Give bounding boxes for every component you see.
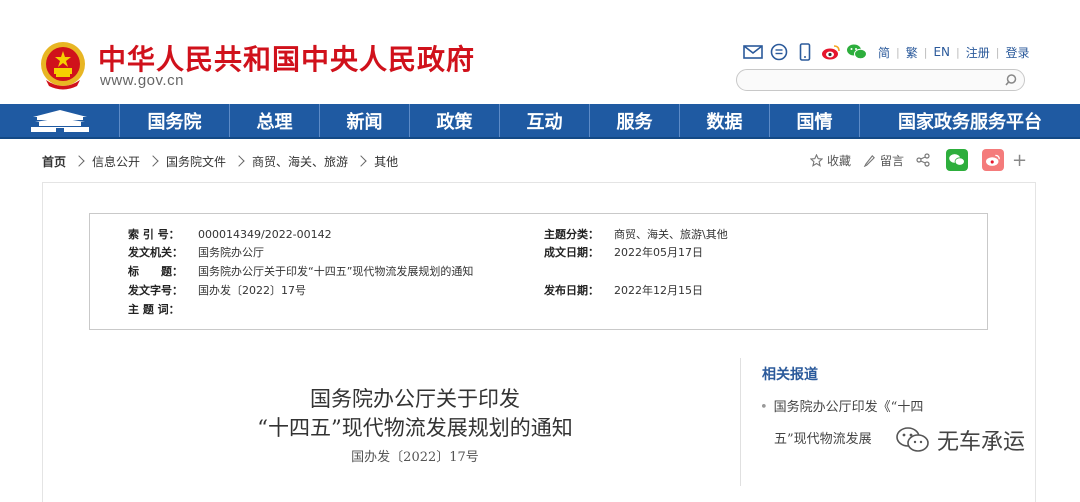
weibo-icon[interactable]	[820, 42, 842, 62]
chevron-right-icon	[233, 155, 245, 167]
weibo-share-button[interactable]	[982, 149, 1005, 171]
top-links: 简 | 繁 | EN | 注册 | 登录	[742, 42, 1036, 62]
meta-row-doc-number: 发文字号： 国办发〔2022〕17号	[128, 282, 306, 298]
meta-docno-label: 发文字号：	[128, 284, 183, 297]
site-url[interactable]: www.gov.cn	[100, 72, 184, 89]
pencil-icon	[863, 154, 875, 167]
nav-item-state-council[interactable]: 国务院	[120, 104, 230, 137]
chevron-right-icon	[73, 155, 85, 167]
mail-icon[interactable]	[742, 42, 764, 62]
related-item-line-2: 五”现代物流发展	[774, 432, 872, 447]
meta-issuer-value: 国务院办公厅	[198, 246, 264, 259]
related-reports-heading: 相关报道	[762, 367, 818, 383]
comment-label: 留言	[880, 153, 905, 168]
search-icon[interactable]	[1004, 73, 1018, 87]
meta-row-title: 标 题： 国务院办公厅关于印发“十四五”现代物流发展规划的通知	[128, 263, 473, 279]
related-item-link[interactable]: • 国务院办公厅印发《“十四	[760, 393, 970, 423]
nav-home-logo[interactable]	[0, 104, 120, 137]
link-simplified[interactable]: 简	[872, 44, 896, 61]
tiananmen-icon	[30, 109, 89, 132]
meta-written-value: 2022年05月17日	[614, 246, 703, 259]
document-metadata-table: 索 引 号： 000014349/2022-00142 主题分类： 商贸、海关、…	[89, 213, 988, 330]
wechat-share-button[interactable]	[946, 149, 969, 171]
meta-issuer-label: 发文机关：	[128, 246, 183, 259]
comment-button[interactable]: 留言	[863, 152, 904, 169]
nav-item-premier[interactable]: 总理	[230, 104, 320, 137]
wechat-icon	[949, 154, 965, 166]
meta-row-written-date: 成文日期： 2022年05月17日	[544, 244, 703, 260]
meta-row-issuer: 发文机关： 国务院办公厅	[128, 244, 264, 260]
nav-item-interaction[interactable]: 互动	[500, 104, 590, 137]
share-toolbar: 收藏 留言 +	[810, 148, 1027, 172]
meta-title-value: 国务院办公厅关于印发“十四五”现代物流发展规划的通知	[198, 265, 474, 278]
link-login[interactable]: 登录	[999, 44, 1035, 61]
meta-docno-value: 国办发〔2022〕17号	[198, 284, 306, 297]
chevron-right-icon	[147, 155, 159, 167]
site-header: 中华人民共和国中央人民政府 www.gov.cn 简 | 繁 | EN | 注册…	[0, 0, 1080, 104]
mobile-icon[interactable]	[794, 42, 816, 62]
wechat-icon[interactable]	[846, 42, 868, 62]
link-traditional[interactable]: 繁	[900, 44, 924, 61]
main-nav: 国务院 总理 新闻 政策 互动 服务 数据 国情 国家政务服务平台	[0, 104, 1080, 139]
meta-topic-label: 主题分类：	[544, 228, 599, 241]
article-title-line-1: 国务院办公厅关于印发	[310, 387, 520, 411]
meta-written-label: 成文日期：	[544, 246, 599, 259]
nav-item-policy[interactable]: 政策	[410, 104, 500, 137]
share-icon	[916, 153, 930, 167]
weibo-icon	[986, 154, 1000, 166]
meta-title-label: 标 题：	[128, 265, 183, 278]
chevron-right-icon	[355, 155, 367, 167]
breadcrumb-trade-customs-tourism[interactable]: 商贸、海关、旅游	[252, 153, 348, 170]
link-english[interactable]: EN	[927, 45, 956, 59]
meta-topic-value: 商贸、海关、旅游\其他	[614, 228, 728, 241]
article-doc-number: 国办发〔2022〕17号	[351, 450, 479, 465]
nav-item-service-platform[interactable]: 国家政务服务平台	[860, 104, 1080, 137]
watermark: 无车承运	[895, 424, 1025, 456]
column-divider	[740, 358, 741, 486]
meta-row-index: 索 引 号： 000014349/2022-00142	[128, 226, 332, 242]
meta-row-topic: 主题分类： 商贸、海关、旅游\其他	[544, 226, 728, 242]
breadcrumb: 首页 信息公开 国务院文件 商贸、海关、旅游 其他	[42, 153, 398, 169]
meta-publish-value: 2022年12月15日	[614, 284, 703, 297]
breadcrumb-other[interactable]: 其他	[374, 153, 398, 170]
meta-index-label: 索 引 号：	[128, 228, 180, 241]
breadcrumb-info-disclosure[interactable]: 信息公开	[92, 153, 140, 170]
breadcrumb-home[interactable]: 首页	[42, 153, 66, 170]
search-input[interactable]	[747, 71, 997, 91]
meta-row-keywords: 主 题 词：	[128, 301, 198, 317]
message-icon[interactable]	[768, 42, 790, 62]
more-share-icon[interactable]: +	[1012, 150, 1027, 171]
meta-publish-label: 发布日期：	[544, 284, 599, 297]
related-item-line-1: 国务院办公厅印发《“十四	[773, 400, 924, 415]
nav-item-national-info[interactable]: 国情	[770, 104, 860, 137]
breadcrumb-state-council-docs[interactable]: 国务院文件	[166, 153, 226, 170]
meta-row-publish-date: 发布日期： 2022年12月15日	[544, 282, 703, 298]
nav-item-news[interactable]: 新闻	[320, 104, 410, 137]
favorite-label: 收藏	[827, 153, 852, 168]
favorite-button[interactable]: 收藏	[810, 152, 851, 169]
national-emblem-icon[interactable]	[40, 40, 86, 90]
wechat-logo-icon	[896, 427, 929, 452]
search-box	[736, 69, 1025, 91]
bullet-icon: •	[760, 400, 768, 415]
share-button[interactable]	[916, 153, 934, 167]
nav-item-data[interactable]: 数据	[680, 104, 770, 137]
meta-index-value: 000014349/2022-00142	[198, 227, 332, 241]
nav-item-services[interactable]: 服务	[590, 104, 680, 137]
meta-keywords-label: 主 题 词：	[128, 303, 180, 316]
link-register[interactable]: 注册	[960, 44, 996, 61]
article-title-line-2: “十四五”现代物流发展规划的通知	[257, 416, 573, 440]
watermark-text: 无车承运	[937, 430, 1026, 455]
star-icon	[810, 153, 823, 167]
